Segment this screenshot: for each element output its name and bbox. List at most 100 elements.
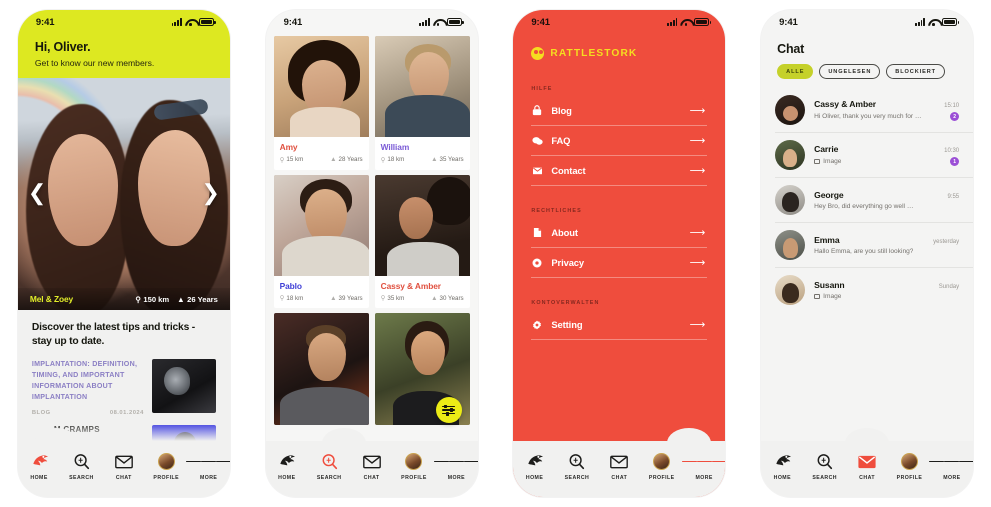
filter-pill-ungelesen[interactable]: UNGELESEN: [819, 64, 881, 79]
list-item[interactable]: Carrie 10:30 Image 1: [775, 132, 974, 177]
tab-label: HOME: [773, 475, 791, 481]
status-icons: [914, 18, 960, 26]
sidebar-item-chat[interactable]: CHAT: [105, 452, 143, 481]
contact-mail-icon: [531, 166, 543, 175]
sidebar-item-home[interactable]: HOME: [20, 452, 58, 481]
sidebar-item-more[interactable]: MORE: [433, 452, 478, 481]
member-distance: 35 km: [387, 294, 405, 302]
menu-item-label: Setting: [551, 319, 583, 330]
menu-item-faq[interactable]: FAQ ⟶: [531, 126, 708, 156]
chevron-left-icon[interactable]: ❮: [28, 183, 46, 205]
member-card[interactable]: Pablo ⚲ 18 km ▲ 39 Years: [273, 174, 369, 308]
status-icons: [419, 18, 464, 26]
member-card[interactable]: William ⚲ 18 km ▲ 35 Years: [374, 36, 470, 170]
sidebar-item-more[interactable]: MORE: [681, 452, 726, 481]
status-icons: [667, 18, 712, 26]
sidebar-item-chat[interactable]: CHAT: [600, 452, 638, 481]
sidebar-item-search[interactable]: SEARCH: [806, 452, 844, 481]
menu-item-label: Contact: [551, 165, 586, 176]
bottom-nav-menu: HOME SEARCH CHAT PROFILE MORE: [513, 428, 726, 497]
tab-label: SEARCH: [564, 475, 590, 481]
menu-item-contact[interactable]: Contact ⟶: [531, 156, 708, 186]
conversation-preview: Hallo Emma, are you still looking?: [814, 248, 914, 255]
member-age: 28 Years: [338, 156, 363, 163]
sliders-filter-icon: [442, 404, 456, 417]
member-grid: Amy ⚲ 15 km ▲ 28 Years William ⚲ 18 km ▲ 35 …: [266, 34, 478, 425]
image-attachment-icon: [814, 159, 821, 164]
stork-home-icon: [30, 452, 49, 471]
sidebar-item-more[interactable]: MORE: [929, 452, 974, 481]
filter-pill-blockiert[interactable]: BLOCKIERT: [886, 64, 945, 79]
conversation-preview: Hi Oliver, thank you very much for …: [814, 113, 922, 120]
menu-item-blog[interactable]: Blog ⟶: [531, 96, 708, 126]
member-card[interactable]: Cassy & Amber ⚲ 35 km ▲ 30 Years: [374, 174, 470, 308]
sidebar-item-search[interactable]: SEARCH: [62, 452, 100, 481]
sidebar-item-profile[interactable]: PROFILE: [147, 452, 185, 481]
shield-privacy-icon: [531, 258, 543, 268]
conversation-list: Cassy & Amber 15:10 Hi Oliver, thank you…: [761, 79, 974, 312]
sidebar-item-profile[interactable]: PROFILE: [643, 452, 681, 481]
screenshot-stage: 9:41 Hi, Oliver. Get to know our new mem…: [0, 0, 991, 507]
menu-item-about[interactable]: About ⟶: [531, 218, 708, 248]
conversation-header: Emma yesterday: [814, 235, 959, 245]
member-card[interactable]: Amy ⚲ 15 km ▲ 28 Years: [273, 36, 369, 170]
member-age: 35 Years: [439, 156, 464, 163]
list-item[interactable]: Cassy & Amber 15:10 Hi Oliver, thank you…: [775, 88, 973, 132]
member-info: William ⚲ 18 km ▲ 35 Years: [375, 137, 470, 170]
gear-icon: [531, 320, 543, 330]
envelope-icon: [114, 452, 133, 471]
status-icons: [171, 18, 216, 26]
menu-item-label: Blog: [551, 105, 572, 116]
stork-home-icon: [277, 452, 296, 471]
tab-label: SEARCH: [316, 475, 342, 481]
chat-filter-group: ALLE UNGELESEN BLOCKIERT: [761, 56, 973, 79]
avatar: [775, 185, 806, 215]
bottom-nav-home: HOME SEARCH CHAT PROFILE MORE: [17, 428, 230, 497]
search-magnifier-icon: [73, 452, 90, 471]
sidebar-item-chat[interactable]: CHAT: [353, 452, 391, 481]
sidebar-item-home[interactable]: HOME: [268, 452, 306, 481]
filter-fab-button[interactable]: [435, 397, 462, 423]
battery-icon: [694, 18, 712, 26]
sidebar-item-search[interactable]: SEARCH: [558, 452, 596, 481]
stork-logo-icon: [531, 47, 545, 60]
location-pin-icon: ⚲: [279, 295, 285, 302]
sidebar-item-profile[interactable]: PROFILE: [395, 452, 433, 481]
filter-pill-alle[interactable]: ALLE: [777, 64, 814, 79]
signal-bars-icon: [914, 18, 926, 26]
conversation-preview: Image: [814, 158, 841, 165]
list-item[interactable]: Emma yesterday Hallo Emma, are you still…: [775, 222, 974, 267]
envelope-icon: [610, 452, 629, 471]
member-photo: [374, 36, 470, 137]
tab-label: MORE: [695, 475, 713, 481]
tab-label: PROFILE: [896, 475, 923, 481]
sidebar-item-more[interactable]: MORE: [186, 452, 230, 481]
tab-label: SEARCH: [69, 475, 94, 481]
conversation-body: Emma yesterday Hallo Emma, are you still…: [814, 235, 959, 255]
tab-label: PROFILE: [401, 475, 427, 481]
sidebar-item-home[interactable]: HOME: [516, 452, 554, 481]
menu-section-rechtliches: RECHTLICHES About ⟶ Privacy ⟶: [513, 208, 725, 278]
wifi-icon: [928, 18, 939, 26]
tab-label: MORE: [199, 475, 218, 481]
menu-item-setting[interactable]: Setting ⟶: [531, 310, 708, 340]
preview-text: Image: [823, 158, 842, 165]
chevron-right-icon[interactable]: ❯: [201, 183, 219, 205]
member-card[interactable]: [273, 313, 369, 425]
sidebar-item-profile[interactable]: PROFILE: [890, 452, 928, 481]
blog-heading: Discover the latest tips and tricks - st…: [31, 322, 196, 347]
conversation-name: Cassy & Amber: [814, 99, 877, 109]
member-carousel[interactable]: ❮ ❯ Mel & Zoey ⚲ 150 km ▲ 26 Years: [17, 78, 230, 310]
sidebar-item-chat[interactable]: CHAT: [848, 452, 886, 481]
avatar-icon: [405, 452, 423, 471]
list-item[interactable]: George 9:55 Hey Bro, did everything go w…: [775, 177, 974, 222]
tab-label: PROFILE: [648, 475, 675, 481]
cake-icon: ▲: [330, 294, 337, 302]
sidebar-item-search[interactable]: SEARCH: [310, 452, 348, 481]
menu-item-privacy[interactable]: Privacy ⟶: [531, 248, 708, 278]
signal-bars-icon: [667, 18, 678, 26]
blog-article-card[interactable]: IMPLANTATION: DEFINITION, TIMING, AND IM…: [32, 358, 216, 416]
list-item[interactable]: Susann Sunday Image: [775, 267, 974, 312]
sidebar-item-home[interactable]: HOME: [763, 452, 801, 481]
avatar-icon: [653, 452, 671, 471]
